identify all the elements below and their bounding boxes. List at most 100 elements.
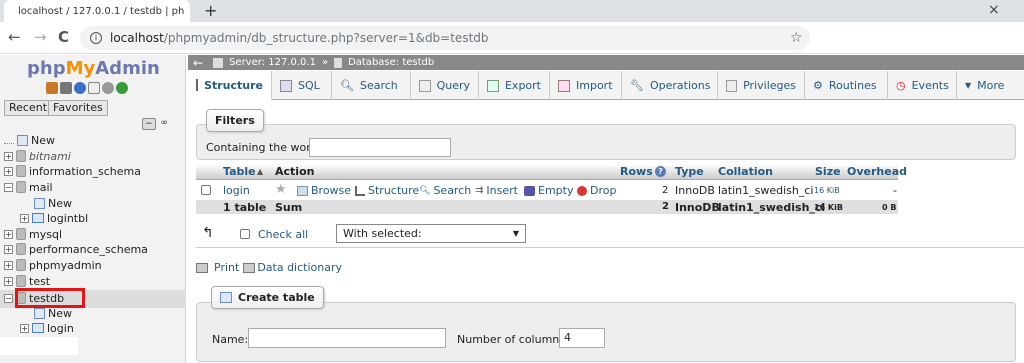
expand-icon[interactable]: + xyxy=(4,166,13,176)
structure-action[interactable]: Structure xyxy=(355,184,419,197)
sidebar-blank-area xyxy=(0,337,78,355)
collapse-panel-icon[interactable]: ← xyxy=(189,56,207,70)
expand-icon[interactable]: + xyxy=(4,229,13,239)
col-header-size[interactable]: Size xyxy=(815,165,841,178)
drop-action[interactable]: Drop xyxy=(577,184,616,197)
tree-item-test[interactable]: + test xyxy=(4,273,50,289)
tree-item-mail-new[interactable]: New xyxy=(34,195,72,211)
size-value[interactable]: 16 KiB xyxy=(814,186,840,195)
tree-item-mail[interactable]: − mail xyxy=(4,179,53,195)
privileges-icon xyxy=(726,79,738,92)
tab-more[interactable]: ▼ More xyxy=(957,71,1024,100)
data-dictionary-link[interactable]: Data dictionary xyxy=(257,261,342,274)
database-icon xyxy=(16,165,26,177)
search-action[interactable]: 🔍︎ Search xyxy=(419,184,471,197)
breadcrumb-database[interactable]: Database: testdb xyxy=(348,57,434,68)
tab-operations[interactable]: 🔧︎ Operations xyxy=(622,71,718,100)
insert-action[interactable]: ⇉ Insert xyxy=(475,184,518,197)
new-icon xyxy=(34,307,45,319)
database-icon xyxy=(16,181,26,193)
browser-tab[interactable]: localhost / 127.0.0.1 / testdb | ph × xyxy=(4,0,190,22)
help-icon[interactable] xyxy=(74,82,86,94)
favorite-star-icon[interactable]: ★ xyxy=(275,182,287,197)
table-name-input[interactable] xyxy=(248,328,446,348)
print-links: Print Data dictionary xyxy=(196,261,342,274)
collapse-all-icon[interactable]: − xyxy=(142,118,156,130)
settings-gear-icon[interactable] xyxy=(102,82,114,94)
col-header-action: Action xyxy=(275,165,315,178)
expand-icon[interactable]: + xyxy=(4,260,13,270)
bookmark-star-icon[interactable]: ☆ xyxy=(790,30,803,46)
row-count: 2 xyxy=(662,185,669,196)
tree-item-performance-schema[interactable]: + performance_schema xyxy=(4,241,148,257)
tree-item-information-schema[interactable]: + information_schema xyxy=(4,163,141,179)
breadcrumb-separator: » xyxy=(321,57,329,68)
tab-export[interactable]: Export xyxy=(479,71,550,100)
url-field[interactable]: i localhost/phpmyadmin/db_structure.php?… xyxy=(80,26,810,50)
expand-icon[interactable]: + xyxy=(20,213,29,223)
filter-input[interactable] xyxy=(309,138,451,157)
columns-count-input[interactable]: 4 xyxy=(559,328,605,348)
window-close-button[interactable]: × xyxy=(988,2,1000,18)
tab-search[interactable]: 🔍︎ Search xyxy=(332,71,411,100)
collapse-icon[interactable]: − xyxy=(4,293,13,303)
logout-icon[interactable] xyxy=(60,82,72,94)
arrow-ltr-icon: ↰ xyxy=(202,225,214,241)
col-header-overhead[interactable]: Overhead xyxy=(847,165,907,178)
tab-events[interactable]: ◷ Events xyxy=(888,71,957,100)
new-tab-button[interactable]: + xyxy=(204,1,217,20)
check-all-label[interactable]: Check all xyxy=(258,228,308,241)
tree-item-logintbl[interactable]: + logintbl xyxy=(20,210,88,226)
empty-action[interactable]: Empty xyxy=(524,184,573,197)
expand-icon[interactable]: + xyxy=(4,244,13,254)
check-all-checkbox[interactable] xyxy=(240,229,250,239)
expand-icon[interactable]: + xyxy=(4,151,13,161)
expand-icon[interactable]: + xyxy=(20,323,29,333)
sort-asc-icon[interactable]: ▲ xyxy=(257,167,263,176)
favorites-tab[interactable]: Favorites xyxy=(48,100,108,116)
tab-query[interactable]: Query xyxy=(411,71,479,100)
tab-sql[interactable]: SQL xyxy=(272,71,332,100)
print-link[interactable]: Print xyxy=(214,261,239,274)
collapse-icon[interactable]: − xyxy=(4,182,13,192)
breadcrumb-server[interactable]: Server: 127.0.0.1 xyxy=(229,57,316,68)
dictionary-icon xyxy=(243,262,256,273)
col-header-rows[interactable]: Rows xyxy=(620,165,653,178)
browse-action[interactable]: Browse xyxy=(297,184,351,197)
table-name-link[interactable]: login xyxy=(223,184,250,197)
home-icon[interactable] xyxy=(46,82,58,94)
col-header-type[interactable]: Type xyxy=(675,165,704,178)
expand-icon[interactable]: + xyxy=(4,276,13,286)
tree-item-mysql[interactable]: + mysql xyxy=(4,226,62,242)
structure-icon xyxy=(355,185,365,196)
name-label: Name: xyxy=(212,333,249,346)
tree-item-bitnami[interactable]: + bitnami xyxy=(4,148,71,164)
bulk-actions-bar xyxy=(196,218,1024,248)
link-with-main-icon[interactable]: ∞ xyxy=(159,118,171,130)
forward-button[interactable]: → xyxy=(34,28,47,46)
summary-size: 16 KiB xyxy=(814,203,843,212)
tab-structure[interactable]: Structure xyxy=(188,71,272,100)
back-button[interactable]: ← xyxy=(8,28,21,46)
col-header-table[interactable]: Table xyxy=(223,165,256,178)
row-checkbox[interactable] xyxy=(201,185,211,195)
docs-icon[interactable] xyxy=(88,82,100,94)
reload-button[interactable]: C xyxy=(58,28,69,46)
reload-nav-icon[interactable] xyxy=(116,82,128,94)
search-icon: 🔍︎ xyxy=(340,79,354,92)
summary-collation: latin1_swedish_ci xyxy=(718,201,826,214)
info-icon[interactable]: i xyxy=(90,32,102,44)
phpmyadmin-logo[interactable]: phpMyAdmin xyxy=(27,58,160,79)
tree-item-login[interactable]: + login xyxy=(20,320,74,336)
tab-privileges[interactable]: Privileges xyxy=(718,71,805,100)
recent-tab[interactable]: Recent xyxy=(4,100,53,116)
tree-item-phpmyadmin[interactable]: + phpmyadmin xyxy=(4,257,102,273)
help-icon[interactable]: ? xyxy=(655,166,666,177)
with-selected-dropdown[interactable]: With selected: ▼ xyxy=(336,224,526,243)
summary-rows: 2 xyxy=(662,201,669,212)
tab-import[interactable]: Import xyxy=(550,71,622,100)
tab-routines[interactable]: ⚙ Routines xyxy=(805,71,888,100)
col-header-collation[interactable]: Collation xyxy=(718,165,773,178)
url-host: localhost xyxy=(110,31,164,45)
tree-item-new-db[interactable]: New xyxy=(4,132,55,148)
